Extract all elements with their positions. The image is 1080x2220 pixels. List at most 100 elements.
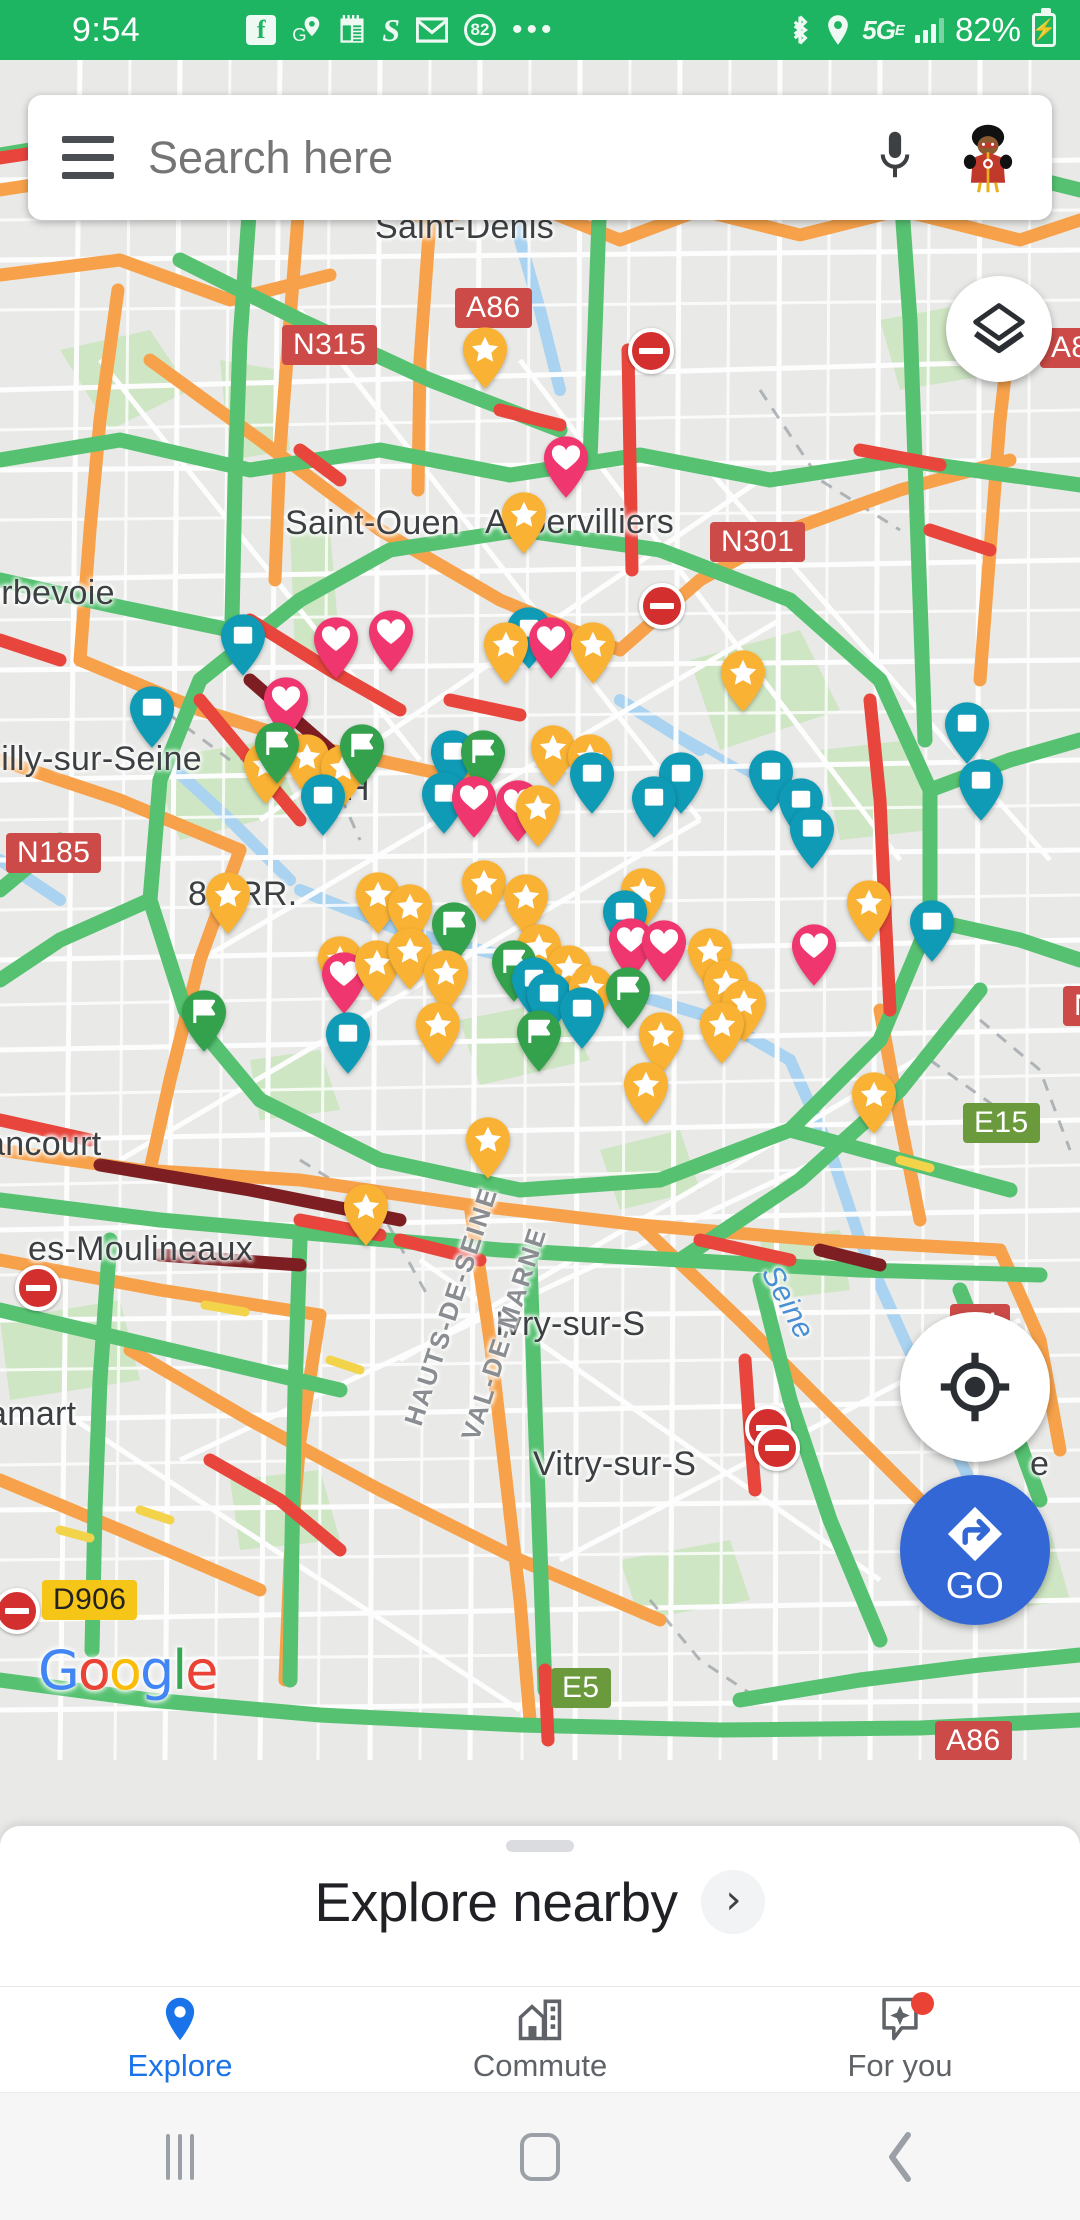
map-pin-star[interactable]	[202, 870, 254, 936]
map-pin-star[interactable]	[848, 1070, 900, 1136]
road-shield: E5	[551, 1668, 611, 1708]
road-closure-icon[interactable]	[639, 583, 685, 629]
map-pin-square[interactable]	[786, 805, 838, 871]
android-navigation-bar[interactable]	[0, 2092, 1080, 2220]
map-place-label: Saint-Ouen	[285, 504, 460, 542]
map-pin-star[interactable]	[717, 648, 769, 714]
road-shield: A86	[455, 288, 532, 328]
map-pin-heart[interactable]	[365, 608, 417, 674]
tab-commute[interactable]: Commute	[360, 1987, 720, 2092]
map-pin-square[interactable]	[628, 774, 680, 840]
map-pin-star[interactable]	[567, 620, 619, 686]
google-attribution-logo: Google	[38, 1639, 218, 1702]
svg-text:G: G	[292, 24, 306, 45]
5g-e-icon: 5G E	[862, 14, 905, 45]
gmail-icon	[415, 17, 448, 43]
map-pin-flag[interactable]	[513, 1008, 565, 1074]
map-pin-heart[interactable]	[788, 922, 840, 988]
for-you-sparkle-icon	[878, 1991, 934, 2042]
map-pin-star[interactable]	[340, 1182, 392, 1248]
map-place-label: amart	[0, 1395, 77, 1433]
status-notification-icons: f G S 82 •••	[246, 12, 555, 49]
road-closure-icon[interactable]	[754, 1425, 800, 1471]
explore-pin-icon	[160, 1996, 200, 2042]
road-shield: N185	[6, 833, 102, 873]
facebook-icon: f	[246, 15, 277, 45]
road-shield: N315	[282, 325, 378, 365]
calendar-icon	[338, 15, 366, 45]
map-pin-square[interactable]	[126, 684, 178, 750]
map-place-label: es-Moulineaux	[28, 1230, 254, 1268]
explore-bottom-sheet[interactable]: Explore nearby ›	[0, 1826, 1080, 1986]
search-input[interactable]	[148, 131, 840, 184]
overflow-dots-icon: •••	[511, 13, 556, 46]
road-shield: D906	[42, 1580, 138, 1620]
battery-percent-label: 82%	[954, 11, 1021, 48]
map-pin-star[interactable]	[696, 1000, 748, 1066]
directions-icon	[947, 1506, 1003, 1561]
home-button[interactable]	[360, 2093, 720, 2220]
road-closure-icon[interactable]	[15, 1265, 61, 1311]
battery-charging-icon: ⚡	[1032, 8, 1056, 47]
road-shield: A86	[935, 1721, 1012, 1760]
map-pin-star[interactable]	[412, 1000, 464, 1066]
map-pin-square[interactable]	[906, 898, 958, 964]
map-pin-star[interactable]	[843, 878, 895, 944]
road-closure-icon[interactable]	[628, 328, 674, 374]
map-pin-flag[interactable]	[251, 720, 303, 786]
back-icon	[889, 2131, 911, 2182]
explore-nearby-title: Explore nearby	[314, 1871, 678, 1933]
layers-button[interactable]	[946, 276, 1052, 382]
google-maps-screen: 9:54 f G S 82 ••• 5G E 82% ⚡ Saint-Denis…	[0, 0, 1080, 2220]
recents-icon	[166, 2133, 194, 2180]
map-place-label: ancourt	[0, 1125, 102, 1163]
road-shield: N301	[710, 522, 806, 562]
map-place-label: Vitry-sur-S	[533, 1445, 697, 1483]
recents-button[interactable]	[0, 2093, 360, 2220]
my-location-button[interactable]	[900, 1312, 1050, 1462]
map-pin-star[interactable]	[459, 325, 511, 391]
map-pin-star[interactable]	[480, 620, 532, 686]
for-you-notification-badge	[911, 1991, 934, 2015]
road-shield: E15	[963, 1103, 1040, 1143]
map-pin-square[interactable]	[566, 750, 618, 816]
drag-handle[interactable]	[506, 1840, 574, 1852]
my-location-icon	[940, 1352, 1010, 1422]
map-pin-flag[interactable]	[178, 988, 230, 1054]
map-pin-square[interactable]	[297, 772, 349, 838]
commute-building-icon	[516, 1996, 564, 2042]
status-bar: 9:54 f G S 82 ••• 5G E 82% ⚡	[0, 0, 1080, 60]
status-clock: 9:54	[72, 10, 141, 49]
map-place-label: urbevoie	[0, 574, 115, 612]
bluetooth-icon	[786, 14, 814, 46]
microphone-icon[interactable]	[840, 128, 950, 188]
search-bar[interactable]	[28, 95, 1052, 220]
map-pin-heart[interactable]	[540, 434, 592, 500]
signal-bars-icon	[914, 17, 944, 43]
map-pin-star[interactable]	[512, 783, 564, 849]
back-button[interactable]	[720, 2093, 1080, 2220]
go-button-label: GO	[945, 1564, 1005, 1606]
layers-icon	[973, 303, 1025, 354]
map-pin-heart[interactable]	[310, 615, 362, 681]
tab-label-commute: Commute	[472, 2047, 608, 2083]
map-pin-square[interactable]	[322, 1010, 374, 1076]
map-pin-star[interactable]	[462, 1115, 514, 1181]
map-pin-square[interactable]	[217, 612, 269, 678]
map-place-label: e	[1030, 1445, 1050, 1483]
strava-icon: S	[382, 11, 400, 48]
map-pin-star[interactable]	[620, 1060, 672, 1126]
tab-label-for-you: For you	[847, 2047, 953, 2083]
tab-label-explore: Explore	[127, 2047, 233, 2083]
map-pin-square[interactable]	[955, 757, 1007, 823]
explore-nearby-row[interactable]: Explore nearby ›	[0, 1870, 1080, 1934]
go-directions-button[interactable]: GO	[900, 1475, 1050, 1625]
road-shield: N	[1063, 986, 1080, 1026]
tab-explore[interactable]: Explore	[0, 1987, 360, 2092]
hamburger-menu-icon[interactable]	[28, 136, 148, 179]
tab-for-you[interactable]: For you	[720, 1987, 1080, 2092]
bottom-tab-bar[interactable]: Explore Commute For you	[0, 1986, 1080, 2092]
chevron-right-icon[interactable]: ›	[701, 1870, 766, 1934]
home-icon	[520, 2132, 560, 2181]
account-avatar[interactable]	[950, 119, 1026, 196]
